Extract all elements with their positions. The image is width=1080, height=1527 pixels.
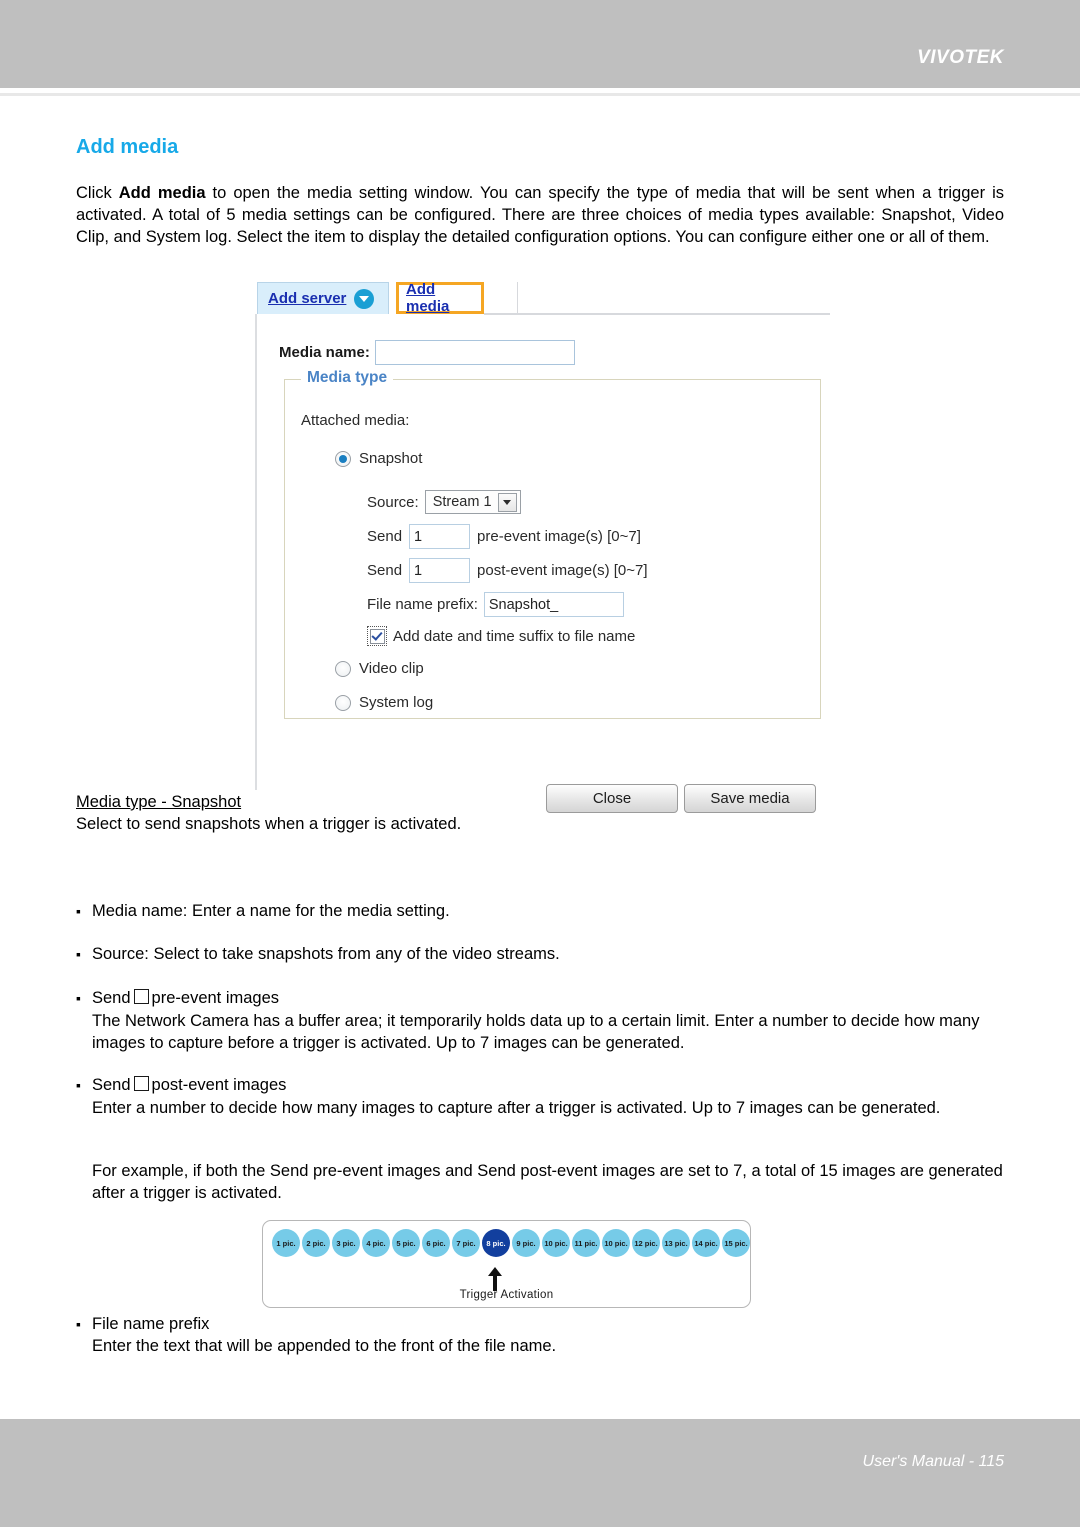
page-footer [0, 1419, 1080, 1527]
bullet-pre-event-a: Send [92, 989, 131, 1007]
add-media-dialog: Add server Add media Media name: Media t… [255, 281, 830, 813]
source-select[interactable]: Stream 1 [424, 490, 521, 514]
picture-circle: 3 pic. [332, 1229, 360, 1257]
bullet-pre-event-b: pre-event images [151, 989, 280, 1007]
picture-circle: 12 pic. [632, 1229, 660, 1257]
bullet-source: Source: Select to take snapshots from an… [76, 943, 560, 966]
paragraph-pre-event: The Network Camera has a buffer area; it… [92, 1012, 980, 1052]
bullet-post-event-a: Send [92, 1076, 131, 1094]
vivotek-logo: VIVOTEK [917, 47, 1004, 68]
tab-add-server[interactable]: Add server [257, 282, 389, 314]
radio-system-log-icon[interactable] [335, 694, 351, 711]
picture-circle: 6 pic. [422, 1229, 450, 1257]
source-row: Source: Stream 1 [367, 490, 521, 514]
picture-circle: 2 pic. [302, 1229, 330, 1257]
picture-circle: 5 pic. [392, 1229, 420, 1257]
bullet-media-name: Media name: Enter a name for the media s… [76, 900, 450, 923]
dialog-tabstrip: Add server Add media [255, 281, 830, 316]
footer-page-label: User's Manual - 115 [862, 1453, 1004, 1470]
picture-circle: 15 pic. [722, 1229, 750, 1257]
pre-event-count-input[interactable] [409, 524, 471, 549]
date-time-suffix-checkbox-focus [367, 626, 387, 646]
save-media-button[interactable]: Save media [684, 784, 816, 813]
tab-add-media-label: Add media [406, 281, 450, 315]
pre-event-row: Send pre-event image(s) [0~7] [367, 524, 641, 549]
file-name-prefix-label: File name prefix: [367, 596, 478, 613]
bullet-post-event: Send post-event images [76, 1074, 287, 1097]
trigger-activation-diagram: 1 pic. 2 pic. 3 pic. 4 pic. 5 pic. 6 pic. 7 pi… [262, 1220, 751, 1308]
pre-event-send-label: Send [367, 528, 403, 545]
post-event-send-label: Send [367, 562, 403, 579]
page-title: Add media [76, 136, 179, 158]
checkbox-icon[interactable] [369, 628, 385, 644]
media-type-snapshot-heading: Media type - Snapshot [76, 793, 242, 811]
post-event-suffix-label: post-event image(s) [0~7] [477, 562, 648, 579]
tab-add-media[interactable]: Add media [396, 281, 484, 315]
intro-paragraph: Click Add media to open the media settin… [76, 182, 1004, 248]
post-event-row: Send post-event image(s) [0~7] [367, 558, 648, 583]
dialog-body: Media name: Media type Attached media: S… [255, 314, 830, 813]
bullet-file-name-prefix: File name prefix [76, 1313, 209, 1336]
chevron-down-icon[interactable] [497, 492, 517, 512]
header-divider [0, 93, 1080, 96]
radio-video-clip-icon[interactable] [335, 660, 351, 677]
radio-snapshot-label: Snapshot [359, 450, 423, 467]
media-type-snapshot-desc: Select to send snapshots when a trigger … [76, 815, 462, 833]
picture-circle: 11 pic. [572, 1229, 600, 1257]
paragraph-file-name-prefix: Enter the text that will be appended to … [92, 1337, 557, 1355]
inline-checkbox-icon [133, 989, 149, 1004]
trigger-arrow-icon [488, 1267, 502, 1291]
file-name-prefix-input[interactable] [483, 592, 624, 617]
tabstrip-filler [484, 282, 518, 313]
picture-circle: 13 pic. [662, 1229, 690, 1257]
radio-system-log-label: System log [359, 694, 434, 711]
intro-text-b: to open the media setting window. You ca… [76, 184, 1004, 246]
picture-circle: 8 pic. [482, 1229, 510, 1257]
inline-checkbox-icon [133, 1076, 149, 1091]
bullet-pre-event: Send pre-event images [76, 987, 280, 1010]
picture-circle: 10 pic. [602, 1229, 630, 1257]
paragraph-example: For example, if both the Send pre-event … [92, 1162, 1003, 1202]
picture-circle: 1 pic. [272, 1229, 300, 1257]
source-select-value: Stream 1 [432, 494, 492, 510]
intro-bold-term: Add media [118, 184, 206, 202]
media-name-row: Media name: [279, 340, 575, 365]
date-time-suffix-row[interactable]: Add date and time suffix to file name [367, 626, 635, 646]
picture-circle: 7 pic. [452, 1229, 480, 1257]
radio-video-clip-label: Video clip [359, 660, 424, 677]
radio-snapshot-icon[interactable] [335, 450, 351, 467]
picture-circle: 4 pic. [362, 1229, 390, 1257]
radio-option-snapshot[interactable]: Snapshot [335, 450, 422, 467]
page-header: VIVOTEK [0, 0, 1080, 88]
bullet-post-event-b: post-event images [151, 1076, 287, 1094]
picture-sequence: 1 pic. 2 pic. 3 pic. 4 pic. 5 pic. 6 pic. 7 pi… [272, 1229, 750, 1257]
attached-media-label: Attached media: [301, 412, 410, 429]
post-event-count-input[interactable] [409, 558, 471, 583]
media-name-label: Media name: [279, 344, 370, 361]
media-name-input[interactable] [374, 340, 575, 365]
close-button[interactable]: Close [546, 784, 678, 813]
file-name-prefix-row: File name prefix: [367, 592, 624, 617]
media-type-legend: Media type [301, 369, 394, 387]
trigger-activation-caption: Trigger Activation [459, 1289, 554, 1301]
picture-circle: 14 pic. [692, 1229, 720, 1257]
picture-circle: 10 pic. [542, 1229, 570, 1257]
tab-add-server-label: Add server [268, 290, 347, 307]
source-label: Source: [367, 493, 419, 511]
intro-text-a: Click [76, 184, 119, 202]
picture-circle: 9 pic. [512, 1229, 540, 1257]
radio-option-system-log[interactable]: System log [335, 694, 433, 711]
radio-option-video-clip[interactable]: Video clip [335, 660, 424, 677]
date-time-suffix-label: Add date and time suffix to file name [393, 627, 636, 645]
paragraph-post-event: Enter a number to decide how many images… [92, 1099, 941, 1117]
chevron-down-icon[interactable] [354, 288, 375, 309]
pre-event-suffix-label: pre-event image(s) [0~7] [477, 528, 641, 545]
